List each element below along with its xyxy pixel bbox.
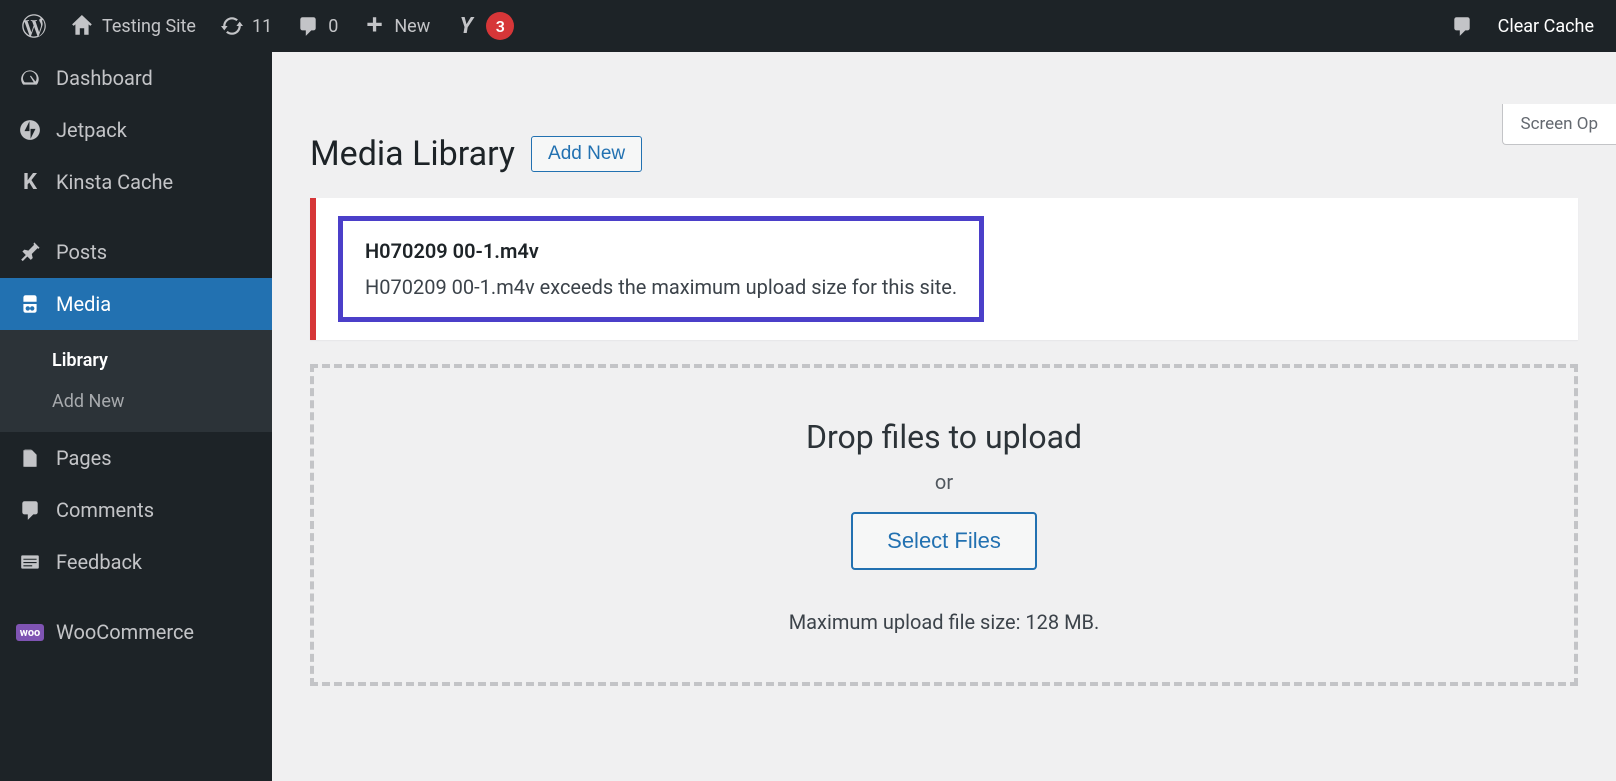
main-content: Screen Op Media Library Add New H070209 …: [272, 104, 1616, 686]
upload-error-notice: H070209 00-1.m4v H070209 00-1.m4v exceed…: [310, 198, 1578, 340]
yoast-link[interactable]: Y 3: [442, 0, 526, 52]
drop-or-label: or: [334, 470, 1554, 494]
home-icon: [70, 14, 94, 38]
pin-icon: [18, 240, 42, 264]
sidebar-item-label: Pages: [56, 446, 112, 470]
notification-icon: [1450, 14, 1474, 38]
updates-link[interactable]: 11: [208, 0, 284, 52]
wp-logo[interactable]: [10, 0, 58, 52]
screen-options-tab[interactable]: Screen Op: [1502, 104, 1616, 145]
site-name: Testing Site: [102, 16, 196, 37]
menu-separator: [0, 588, 272, 606]
page-header: Media Library Add New: [272, 104, 1616, 198]
sidebar-item-label: Dashboard: [56, 66, 153, 90]
admin-bar: Testing Site 11 0 New Y 3 Clear Cache: [0, 0, 1616, 52]
submenu-item-library[interactable]: Library: [0, 340, 272, 381]
clear-cache-label: Clear Cache: [1498, 16, 1594, 37]
sidebar-item-posts[interactable]: Posts: [0, 226, 272, 278]
sidebar-item-pages[interactable]: Pages: [0, 432, 272, 484]
sidebar-item-label: Posts: [56, 240, 107, 264]
kinsta-icon: K: [18, 170, 42, 194]
sidebar-item-label: Comments: [56, 498, 154, 522]
comments-icon: [18, 498, 42, 522]
max-upload-size: Maximum upload file size: 128 MB.: [334, 610, 1554, 634]
submenu-item-add-new[interactable]: Add New: [0, 381, 272, 422]
sidebar-item-label: Kinsta Cache: [56, 170, 173, 194]
feedback-icon: [18, 550, 42, 574]
error-message: H070209 00-1.m4v exceeds the maximum upl…: [365, 275, 957, 299]
media-uploader-dropzone[interactable]: Drop files to upload or Select Files Max…: [310, 364, 1578, 686]
admin-sidebar: Dashboard Jetpack K Kinsta Cache Posts M…: [0, 52, 272, 781]
sidebar-item-kinsta[interactable]: K Kinsta Cache: [0, 156, 272, 208]
new-content-link[interactable]: New: [350, 0, 442, 52]
sidebar-item-jetpack[interactable]: Jetpack: [0, 104, 272, 156]
clear-cache-link[interactable]: Clear Cache: [1486, 0, 1606, 52]
sidebar-item-label: WooCommerce: [56, 620, 194, 644]
jetpack-icon: [18, 118, 42, 142]
site-name-link[interactable]: Testing Site: [58, 0, 208, 52]
yoast-icon: Y: [454, 14, 478, 38]
sidebar-item-woocommerce[interactable]: woo WooCommerce: [0, 606, 272, 658]
plus-icon: [362, 14, 386, 38]
sidebar-item-media[interactable]: Media: [0, 278, 272, 330]
sidebar-item-dashboard[interactable]: Dashboard: [0, 52, 272, 104]
dashboard-icon: [18, 66, 42, 90]
menu-separator: [0, 208, 272, 226]
comments-link[interactable]: 0: [284, 0, 350, 52]
sidebar-item-label: Feedback: [56, 550, 142, 574]
sidebar-item-label: Media: [56, 292, 111, 316]
notifications-link[interactable]: [1438, 0, 1486, 52]
error-filename: H070209 00-1.m4v: [365, 239, 957, 263]
yoast-badge: 3: [486, 12, 514, 40]
pages-icon: [18, 446, 42, 470]
updates-count: 11: [252, 16, 272, 37]
sidebar-item-comments[interactable]: Comments: [0, 484, 272, 536]
media-submenu: Library Add New: [0, 330, 272, 432]
media-icon: [18, 292, 42, 316]
comments-count: 0: [328, 16, 338, 37]
update-icon: [220, 14, 244, 38]
drop-title: Drop files to upload: [334, 418, 1554, 456]
comments-icon: [296, 14, 320, 38]
sidebar-item-feedback[interactable]: Feedback: [0, 536, 272, 588]
woocommerce-icon: woo: [18, 620, 42, 644]
new-label: New: [394, 16, 430, 37]
select-files-button[interactable]: Select Files: [851, 512, 1037, 570]
error-highlight-box: H070209 00-1.m4v H070209 00-1.m4v exceed…: [338, 216, 984, 322]
wordpress-icon: [22, 14, 46, 38]
add-new-button[interactable]: Add New: [531, 136, 642, 172]
page-title: Media Library: [310, 134, 515, 174]
sidebar-item-label: Jetpack: [56, 118, 127, 142]
